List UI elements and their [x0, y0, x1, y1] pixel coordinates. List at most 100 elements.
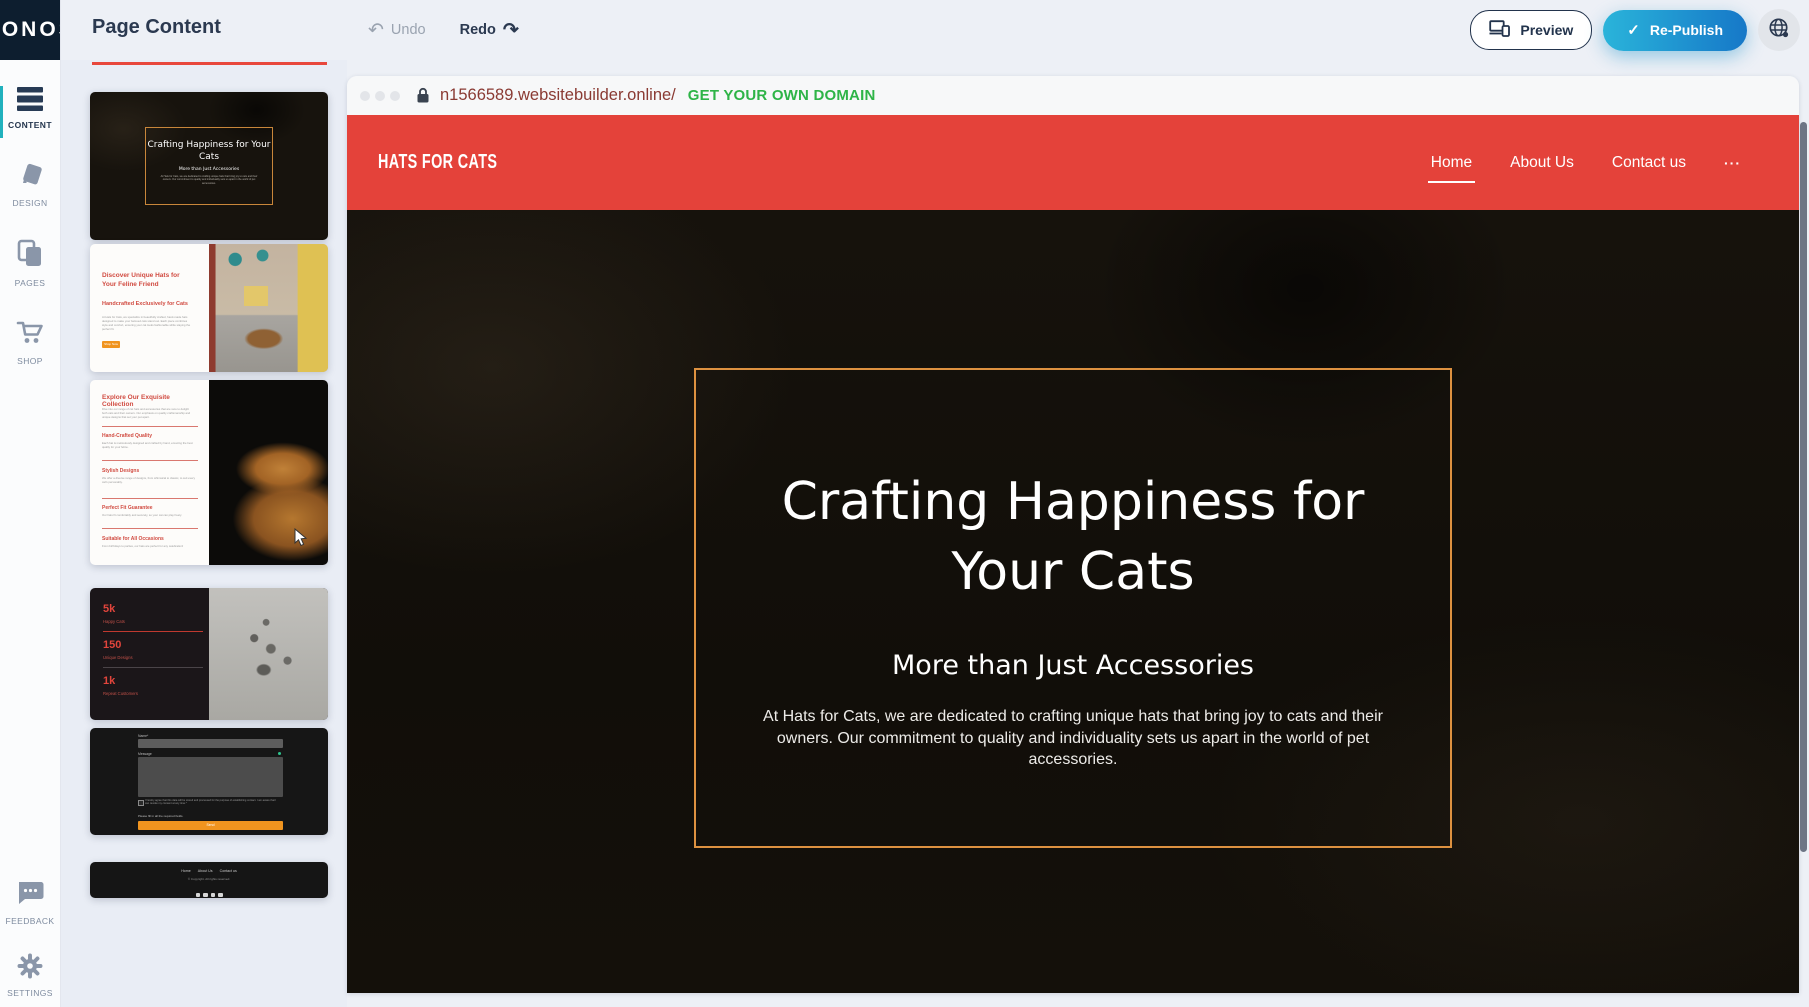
thumb-form-send-button: Send — [138, 821, 283, 830]
thumb-form-name-input — [138, 739, 283, 748]
toolbar-right: Preview ✓ Re-Publish — [1470, 0, 1800, 60]
pages-icon — [15, 257, 45, 274]
section-thumbnail-collection[interactable]: Explore Our Exquisite Collection Dive in… — [90, 380, 328, 565]
globe-icon — [1767, 16, 1791, 45]
check-icon: ✓ — [1627, 21, 1640, 39]
section-thumbnail-contact[interactable]: Name* Message I hereby agree that this d… — [90, 728, 328, 835]
globe-button[interactable] — [1758, 9, 1800, 51]
thumb-hero-title: Crafting Happiness for Your Cats — [146, 140, 272, 163]
site-brand[interactable]: HATS FOR CATS — [378, 151, 497, 174]
thumb-footer-link: About Us — [198, 869, 213, 873]
nav-home[interactable]: Home — [1431, 154, 1472, 172]
thumb-about-button: Shop Now — [102, 341, 120, 348]
thumb-about-subheading: Handcrafted Exclusively for Cats — [102, 301, 188, 307]
thumb-form-consent: I hereby agree that this data will be st… — [145, 799, 277, 805]
thumb-form-message-label: Message — [138, 752, 152, 756]
undo-label: Undo — [391, 22, 426, 38]
thumb-collection-subbody: Each hat is meticulously designed and cr… — [102, 442, 198, 449]
thumb-stats-photo — [209, 588, 328, 720]
panel-accent-line — [92, 62, 327, 65]
site-preview: n1566589.websitebuilder.online/ GET YOUR… — [347, 76, 1799, 993]
redo-button[interactable]: Redo ↷ — [460, 21, 519, 40]
thumb-collection-photo — [209, 380, 328, 565]
sidebar-item-label: CONTENT — [0, 120, 60, 130]
thumb-collection-heading: Explore Our Exquisite Collection — [102, 394, 198, 408]
undo-button[interactable]: ↶ Undo — [368, 21, 426, 40]
thumb-form-name-label: Name* — [138, 734, 148, 738]
hero-subtitle[interactable]: More than Just Accessories — [347, 650, 1799, 682]
stat-value: 150 — [103, 639, 121, 651]
sidebar-item-label: FEEDBACK — [0, 916, 60, 926]
redo-icon: ↷ — [503, 21, 519, 40]
stat-value: 1k — [103, 675, 115, 687]
gear-icon — [16, 967, 44, 984]
sidebar-item-label: SETTINGS — [0, 988, 60, 998]
thumb-form-icon — [278, 752, 281, 755]
redo-label: Redo — [460, 22, 496, 38]
design-icon — [15, 177, 45, 194]
sidebar-item-pages[interactable]: PAGES — [0, 238, 60, 288]
stat-label: Unique Designs — [103, 655, 133, 660]
sidebar-item-shop[interactable]: SHOP — [0, 318, 60, 366]
thumb-form-message-input — [138, 757, 283, 797]
thumb-form-checkbox — [138, 800, 144, 806]
nav-about[interactable]: About Us — [1510, 154, 1574, 172]
sidebar-item-label: PAGES — [0, 278, 60, 288]
website-builder-app: IONOS CONTENT DESIGN PAGES SHOP — [0, 0, 1809, 1007]
browser-bar: n1566589.websitebuilder.online/ GET YOUR… — [347, 76, 1799, 115]
hero-selection-frame[interactable] — [694, 368, 1452, 848]
thumb-footer-link: Home — [181, 869, 191, 873]
shopping-cart-icon — [15, 335, 45, 352]
thumb-about-heading: Discover Unique Hats for Your Feline Fri… — [102, 271, 194, 289]
thumb-about-body: At Hats for Cats, we specialize in beaut… — [102, 315, 192, 331]
page-content-panel: Crafting Happiness for Your Cats More th… — [60, 60, 347, 1007]
panel-title: Page Content — [92, 16, 221, 39]
stat-value: 5k — [103, 603, 115, 615]
get-domain-link[interactable]: GET YOUR OWN DOMAIN — [688, 87, 876, 104]
sidebar-item-content[interactable]: CONTENT — [0, 86, 60, 130]
thumb-collection-sub: Stylish Designs — [102, 468, 198, 474]
thumb-collection-sub: Suitable for All Occasions — [102, 536, 198, 542]
thumb-about-photo — [209, 244, 328, 372]
sidebar: IONOS CONTENT DESIGN PAGES SHOP — [0, 0, 61, 1007]
stat-label: Happy Cats — [103, 619, 125, 624]
stat-label: Repeat Customers — [103, 691, 138, 696]
mouse-cursor — [294, 528, 308, 553]
thumb-collection-subbody: Our hats fit comfortably and securely, s… — [102, 514, 198, 518]
preview-scrollbar-thumb[interactable] — [1800, 122, 1807, 852]
hero-title[interactable]: Crafting Happiness for Your Cats — [347, 467, 1799, 607]
thumb-collection-sub: Perfect Fit Guarantee — [102, 505, 198, 511]
ionos-logo[interactable]: IONOS — [0, 0, 60, 60]
thumb-form-note: Please fill in all the required fields. — [138, 814, 183, 818]
devices-icon — [1489, 20, 1511, 40]
nav-more-icon[interactable]: ··· — [1724, 155, 1741, 171]
thumb-collection-sub: Hand-Crafted Quality — [102, 433, 198, 439]
section-thumbnail-about[interactable]: Discover Unique Hats for Your Feline Fri… — [90, 244, 328, 372]
republish-button[interactable]: ✓ Re-Publish — [1603, 10, 1747, 51]
content-icon — [16, 99, 44, 116]
sidebar-item-label: SHOP — [0, 356, 60, 366]
undo-redo-group: ↶ Undo Redo ↷ — [368, 0, 519, 60]
section-thumbnail-footer[interactable]: Home About Us Contact us © Copyright. Al… — [90, 862, 328, 898]
sidebar-item-design[interactable]: DESIGN — [0, 160, 60, 208]
sidebar-item-feedback[interactable]: FEEDBACK — [0, 878, 60, 926]
undo-icon: ↶ — [368, 21, 384, 40]
preview-button[interactable]: Preview — [1470, 10, 1592, 50]
site-hero-section: Crafting Happiness for Your Cats More th… — [347, 210, 1799, 993]
thumb-collection-subbody: We offer a diverse range of designs, fro… — [102, 477, 198, 484]
sidebar-item-label: DESIGN — [0, 198, 60, 208]
sidebar-item-settings[interactable]: SETTINGS — [0, 952, 60, 998]
site-header: HATS FOR CATS Home About Us Contact us ·… — [347, 115, 1799, 210]
republish-label: Re-Publish — [1650, 22, 1723, 38]
browser-dots-icon — [360, 91, 400, 101]
section-thumbnail-stats[interactable]: 5k Happy Cats 150 Unique Designs 1k Repe… — [90, 588, 328, 720]
site-url: n1566589.websitebuilder.online/ — [440, 86, 676, 105]
hero-body[interactable]: At Hats for Cats, we are dedicated to cr… — [713, 706, 1433, 771]
section-thumbnail-hero[interactable]: Crafting Happiness for Your Cats More th… — [90, 92, 328, 240]
ionos-logo-text: IONOS — [0, 18, 60, 42]
lock-icon — [416, 87, 430, 104]
thumb-collection-subbody: From birthdays to parties, our hats are … — [102, 545, 198, 549]
nav-contact[interactable]: Contact us — [1612, 154, 1686, 172]
thumb-footer-link: Contact us — [220, 869, 237, 873]
preview-label: Preview — [1520, 22, 1573, 38]
